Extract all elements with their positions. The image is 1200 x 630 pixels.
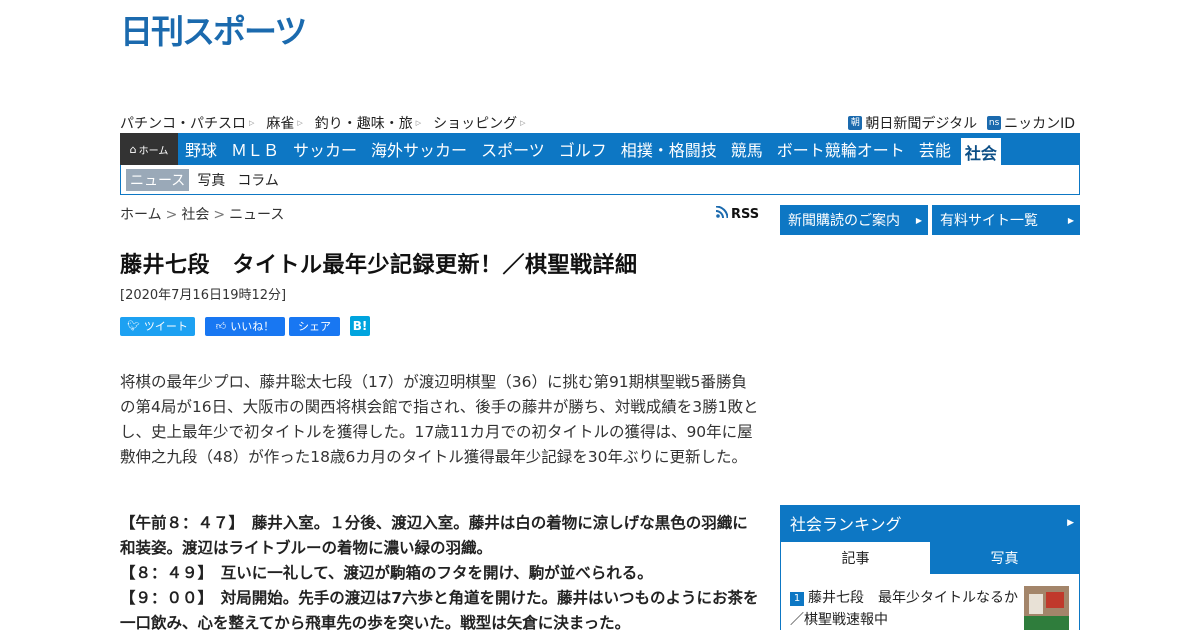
- subscription-info-button[interactable]: 新聞購読のご案内 ▶: [780, 205, 928, 235]
- rss-link[interactable]: RSS: [715, 205, 760, 222]
- sub-nav-right: 朝朝日新聞デジタル ns ニッカンID: [838, 113, 1075, 133]
- like-label: いいね！: [230, 320, 275, 333]
- home-icon: ⌂: [129, 142, 137, 156]
- subnav-link-pachinko[interactable]: パチンコ・パチスロ ▷: [120, 113, 254, 133]
- nav-item-sports[interactable]: スポーツ: [474, 133, 552, 165]
- nav-item-society[interactable]: 社会: [960, 138, 1001, 165]
- logo-text: 日刊スポーツ: [120, 12, 305, 48]
- nikkan-id-link[interactable]: ns ニッカンID: [987, 113, 1075, 133]
- subnav-link-label: ショッピング: [433, 116, 518, 132]
- thumbs-up-icon: 👍︎: [215, 321, 227, 332]
- live-entry: 【午前８：４７】 藤井入室。１分後、渡辺入室。藤井は白の着物に涼しげな黒色の羽織…: [120, 514, 748, 557]
- twitter-icon: 🐦︎: [127, 320, 140, 332]
- article-title: 藤井七段 タイトル最年少記録更新！／棋聖戦詳細: [120, 253, 638, 278]
- ranking-thumbnail[interactable]: [1024, 586, 1069, 630]
- subnav-link-fishing[interactable]: 釣り・趣味・旅 ▷: [315, 113, 421, 133]
- sub-nav-left: パチンコ・パチスロ ▷ 麻雀 ▷ 釣り・趣味・旅 ▷ ショッピング ▷: [120, 113, 538, 133]
- live-updates: 【午前８：４７】 藤井入室。１分後、渡辺入室。藤井は白の着物に涼しげな黒色の羽織…: [120, 511, 762, 630]
- subnav-link-label: パチンコ・パチスロ: [120, 116, 246, 132]
- article-lead: 将棋の最年少プロ、藤井聡太七段（17）が渡辺明棋聖（36）に挑む第91期棋聖戦5…: [120, 373, 759, 466]
- rank-number: 1: [790, 592, 804, 606]
- tab-articles[interactable]: 記事: [781, 542, 930, 574]
- caret-right-icon: ▶: [915, 215, 922, 225]
- tab-column[interactable]: コラム: [237, 170, 279, 190]
- breadcrumb-home[interactable]: ホーム: [120, 207, 162, 223]
- ranking-panel: 記事 写真 1 藤井七段 最年少タイトルなるか／棋聖戦速報中: [780, 541, 1080, 630]
- nikkan-id-label: ニッカンID: [1004, 116, 1075, 132]
- nikkan-id-icon: ns: [987, 116, 1002, 130]
- breadcrumb-separator: >: [213, 207, 226, 223]
- ranking-item-text: 藤井七段 最年少タイトルなるか／棋聖戦速報中: [790, 590, 1018, 628]
- breadcrumb-society[interactable]: 社会: [181, 207, 209, 223]
- subnav-link-label: 釣り・趣味・旅: [314, 116, 413, 132]
- breadcrumb: ホーム > 社会 > ニュース: [120, 204, 284, 224]
- tweet-button[interactable]: 🐦︎ ツイート: [120, 316, 195, 336]
- nav-item-soccer[interactable]: サッカー: [286, 133, 364, 165]
- live-entry: 【９：００】 対局開始。先手の渡辺は7六歩と角道を開けた。藤井はいつものようにお…: [120, 589, 759, 630]
- nav-item-keiba[interactable]: 競馬: [724, 133, 770, 165]
- hatena-bookmark-button[interactable]: B!: [350, 316, 370, 336]
- thumbnail-shape: [1046, 592, 1064, 608]
- ranking-header[interactable]: 社会ランキング ▶: [780, 505, 1080, 541]
- tab-photo[interactable]: 写真: [197, 170, 225, 190]
- ranking-title: 社会ランキング: [790, 515, 902, 534]
- main-nav: ⌂ ホーム 野球 ＭＬＢ サッカー 海外サッカー スポーツ ゴルフ 相撲・格闘技 …: [120, 133, 1080, 165]
- caret-right-icon: ▶: [1067, 215, 1074, 225]
- thumbnail-shape: [1029, 594, 1043, 614]
- nav-home[interactable]: ⌂ ホーム: [120, 133, 178, 165]
- asahi-digital-link[interactable]: 朝朝日新聞デジタル: [848, 113, 977, 133]
- chevron-right-icon: ▷: [249, 119, 255, 127]
- breadcrumb-separator: >: [165, 207, 178, 223]
- nav-item-entertainment[interactable]: 芸能: [912, 133, 958, 165]
- tab-photos[interactable]: 写真: [930, 542, 1079, 574]
- nav-item-mlb[interactable]: ＭＬＢ: [224, 133, 286, 165]
- tweet-label: ツイート: [143, 320, 188, 333]
- subnav-link-mahjong[interactable]: 麻雀 ▷: [266, 113, 302, 133]
- category-nav: ニュース 写真 コラム: [120, 165, 1080, 195]
- subscription-info-label: 新聞購読のご案内: [788, 213, 900, 229]
- subnav-link-label: 麻雀: [266, 116, 295, 132]
- article-date: [2020年7月16日19時12分]: [120, 288, 287, 303]
- asahi-icon: 朝: [848, 116, 863, 130]
- live-entry: 【８：４９】 互いに一礼して、渡辺が駒箱のフタを開け、駒が並べられる。: [120, 564, 653, 582]
- nav-home-label: ホーム: [138, 145, 169, 157]
- rss-label: RSS: [731, 206, 760, 222]
- ranking-tabs: 記事 写真: [781, 542, 1079, 574]
- breadcrumb-news[interactable]: ニュース: [229, 207, 284, 223]
- nav-item-boat[interactable]: ボート競輪オート: [770, 133, 912, 165]
- rss-icon: [715, 205, 729, 222]
- nav-item-sumo[interactable]: 相撲・格闘技: [614, 133, 724, 165]
- facebook-share-button[interactable]: シェア: [289, 316, 340, 336]
- chevron-right-icon: ▷: [297, 119, 303, 127]
- asahi-digital-label: 朝日新聞デジタル: [865, 116, 978, 132]
- ranking-item[interactable]: 1 藤井七段 最年少タイトルなるか／棋聖戦速報中: [790, 587, 1020, 630]
- chevron-right-icon: ▷: [520, 119, 526, 127]
- chevron-right-icon: ▷: [415, 119, 422, 127]
- nav-item-baseball[interactable]: 野球: [178, 133, 224, 165]
- tab-news[interactable]: ニュース: [126, 168, 190, 191]
- site-logo[interactable]: 日刊スポーツ: [120, 12, 320, 48]
- paid-sites-label: 有料サイト一覧: [940, 213, 1038, 229]
- subnav-link-shopping[interactable]: ショッピング ▷: [433, 113, 525, 133]
- thumbnail-shape: [1024, 616, 1069, 630]
- caret-right-icon: ▶: [1067, 518, 1074, 528]
- facebook-like-button[interactable]: 👍︎ いいね！: [205, 316, 285, 336]
- nav-item-golf[interactable]: ゴルフ: [552, 133, 614, 165]
- nav-item-overseas-soccer[interactable]: 海外サッカー: [364, 133, 474, 165]
- nikkansports-logo: 日刊スポーツ: [120, 12, 307, 48]
- sub-nav: パチンコ・パチスロ ▷ 麻雀 ▷ 釣り・趣味・旅 ▷ ショッピング ▷ 朝朝日新聞デジタ…: [120, 113, 1080, 133]
- share-buttons: 🐦︎ ツイート 👍︎ いいね！ シェア B!: [120, 316, 380, 336]
- paid-sites-button[interactable]: 有料サイト一覧 ▶: [932, 205, 1080, 235]
